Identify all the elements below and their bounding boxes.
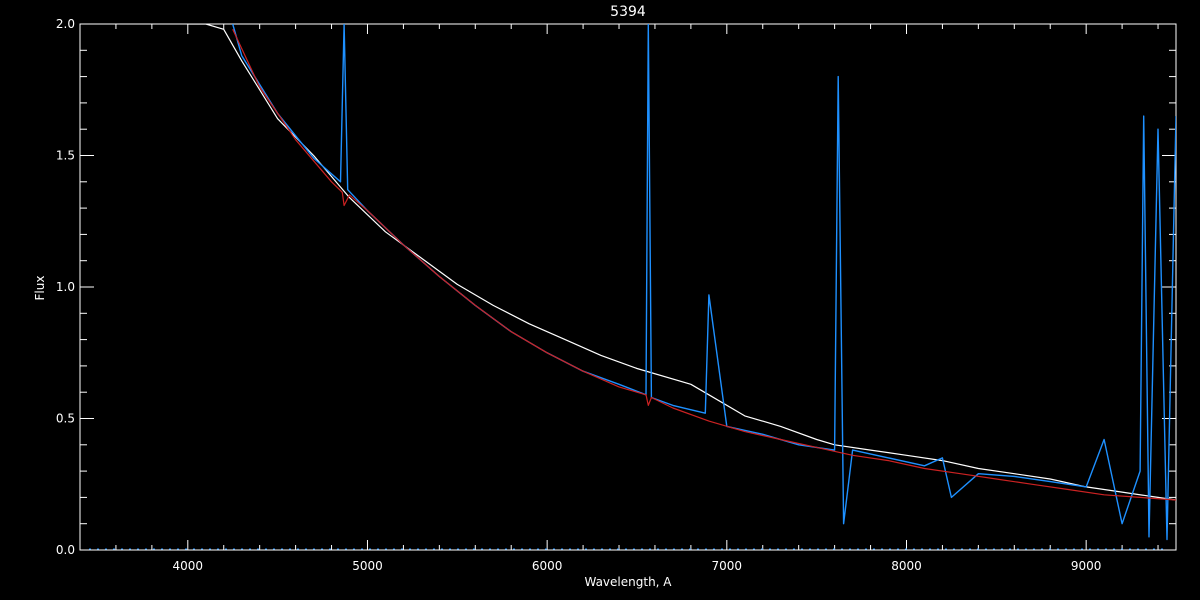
x-axis-label: Wavelength, A [584,575,672,589]
chart-title: 5394 [610,4,646,20]
y-tick-label: 0.5 [56,412,75,426]
x-tick-label: 7000 [712,559,743,573]
y-axis-label: Flux [33,276,47,301]
y-tick-label: 0.0 [56,543,75,557]
x-tick-label: 6000 [532,559,563,573]
x-tick-label: 9000 [1071,559,1102,573]
observed-series-line [187,24,1176,501]
series-layer [88,24,1176,550]
plot-frame [79,23,1177,551]
series-clip-group [88,24,1176,550]
x-tick-label: 5000 [352,559,383,573]
x-tick-label: 8000 [891,559,922,573]
spectrum-plot: 5394 Wavelength, A Flux 4000 5000 6000 7000… [33,4,1177,589]
x-tick-label: 4000 [173,559,204,573]
y-tick-label: 2.0 [56,17,75,31]
fit-series-line [232,24,1176,541]
tick-layer: 4000 5000 6000 7000 8000 9000 0.0 0.5 1.0 1.5 2.0 [56,17,1176,573]
model-series-line [232,29,1176,501]
y-tick-label: 1.0 [56,280,75,294]
y-tick-label: 1.5 [56,149,75,163]
